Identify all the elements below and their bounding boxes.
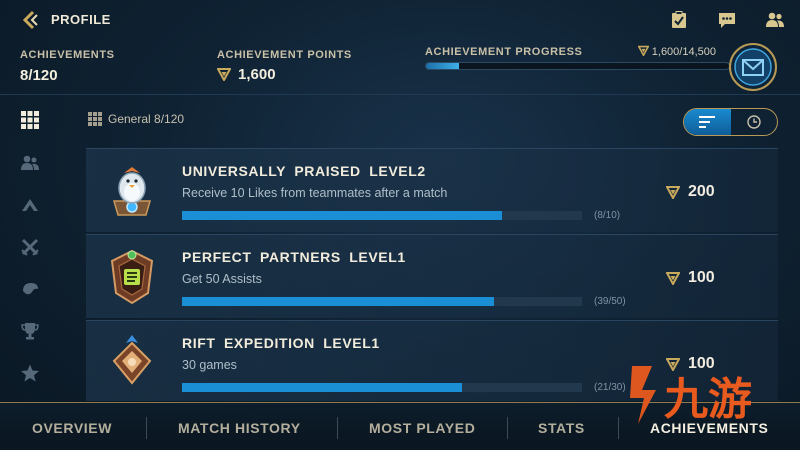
category-filter-label: General 8/120 — [88, 112, 184, 126]
sort-by-progress-button[interactable] — [684, 109, 731, 135]
achievement-progress-label: ACHIEVEMENT PROGRESS — [425, 46, 583, 58]
rift-expedition-badge-icon — [112, 335, 152, 385]
sort-toggle — [683, 108, 778, 136]
achievement-progress-fill — [182, 383, 462, 392]
achievement-title: RIFT EXPEDITION LEVEL1 — [182, 335, 380, 351]
page-title: PROFILE — [51, 12, 111, 27]
achievement-reward-points: 100 — [688, 269, 715, 286]
achievement-progress-value: 1,600/14,500 — [651, 46, 716, 58]
category-sidebar — [0, 96, 62, 401]
achievement-points-value: 1,600 — [238, 66, 276, 83]
sort-lines-icon — [699, 116, 716, 128]
achievement-progress-count: (39/50) — [594, 296, 626, 307]
achievements-label: ACHIEVEMENTS — [20, 49, 115, 61]
clock-icon — [747, 115, 761, 129]
missions-clipboard-icon[interactable] — [669, 10, 689, 30]
achievement-description: Receive 10 Likes from teammates after a … — [182, 186, 448, 200]
achievement-row[interactable]: UNIVERSALLY PRAISED LEVEL2 Receive 10 Li… — [86, 148, 778, 232]
achievement-points-label: ACHIEVEMENT POINTS — [217, 49, 352, 61]
achievement-reward: 100 — [666, 269, 715, 287]
achievement-progress-bar — [182, 211, 582, 220]
achievements-count: 8/120 — [20, 67, 58, 84]
achievement-progress-fill — [182, 297, 494, 306]
achievement-points-icon — [217, 68, 231, 81]
achievement-progress-bar — [182, 297, 582, 306]
top-bar: PROFILE — [0, 0, 800, 40]
achievement-points-icon — [637, 45, 650, 57]
nav-divider — [337, 417, 338, 439]
tab-most-played[interactable]: MOST PLAYED — [369, 420, 475, 436]
achievement-progress-fill — [182, 211, 502, 220]
nav-divider — [146, 417, 147, 439]
achievement-reward: 200 — [666, 183, 715, 201]
achievement-description: Get 50 Assists — [182, 272, 262, 286]
star-icon[interactable] — [20, 363, 40, 383]
rank-chevron-icon[interactable] — [20, 195, 40, 215]
tab-stats[interactable]: STATS — [538, 420, 585, 436]
chat-icon[interactable] — [717, 10, 737, 30]
crossed-swords-icon[interactable] — [20, 237, 40, 257]
back-arrow-icon[interactable] — [20, 9, 42, 31]
achievement-progress-count: (8/10) — [594, 210, 621, 221]
teamwork-people-icon[interactable] — [20, 153, 40, 173]
achievement-progress-numbers: 1,600/14,500 — [637, 45, 716, 58]
achievement-progress-fill — [426, 63, 460, 69]
grid-small-icon — [88, 112, 102, 126]
profile-screen: PROFILE ACHIEVEMENTS 8/120 ACHIEVEMENT P… — [0, 0, 800, 450]
nav-divider — [507, 417, 508, 439]
fist-shield-badge-icon — [110, 249, 154, 305]
trophy-icon[interactable] — [20, 321, 40, 341]
penguin-badge-icon — [113, 167, 151, 216]
achievement-chest-emblem-icon[interactable] — [728, 42, 778, 92]
achievement-title: PERFECT PARTNERS LEVEL1 — [182, 249, 406, 265]
tab-match-history[interactable]: MATCH HISTORY — [178, 420, 301, 436]
champion-mask-icon[interactable] — [20, 279, 40, 299]
sort-by-time-button[interactable] — [731, 109, 778, 135]
achievement-progress-bar — [182, 383, 582, 392]
achievement-row[interactable]: PERFECT PARTNERS LEVEL1 Get 50 Assists (… — [86, 234, 778, 318]
achievement-description: 30 games — [182, 358, 237, 372]
tab-overview[interactable]: OVERVIEW — [32, 420, 112, 436]
achievement-reward-points: 200 — [688, 183, 715, 200]
grid-all-icon[interactable] — [20, 110, 40, 130]
watermark-text: 九游 — [664, 374, 752, 425]
category-filter-text: General 8/120 — [108, 112, 185, 126]
achievement-progress-bar — [425, 62, 730, 70]
achievement-points-icon — [666, 186, 680, 199]
friends-icon[interactable] — [765, 10, 785, 30]
jiuyou-watermark-logo: 九游 — [630, 366, 752, 425]
achievement-points-icon — [666, 272, 680, 285]
achievement-title: UNIVERSALLY PRAISED LEVEL2 — [182, 163, 426, 179]
